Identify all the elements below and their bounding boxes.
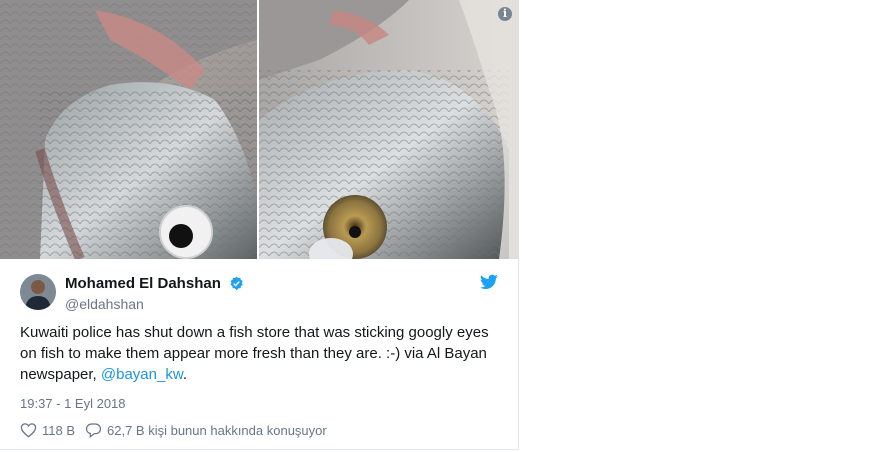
tweet-embed-card: i Mohamed El Dahshan @eldahshan Kuwaiti …: [0, 0, 519, 450]
tweet-text-end: .: [182, 366, 188, 383]
avatar[interactable]: [20, 274, 56, 310]
heart-icon: [20, 423, 37, 438]
tweet-text: Kuwaiti police has shut down a fish stor…: [20, 322, 505, 385]
fish-photo-googly-eye[interactable]: [0, 0, 257, 259]
fish-photo-real-eye[interactable]: i: [259, 0, 519, 259]
twitter-bird-icon[interactable]: [480, 274, 498, 290]
tweet-actions: 118 B 62,7 B kişi bunun hakkında konuşuy…: [20, 422, 337, 438]
conversation-count: 62,7 B kişi bunun hakkında konuşuyor: [107, 422, 327, 438]
reply-button[interactable]: 62,7 B kişi bunun hakkında konuşuyor: [85, 422, 327, 438]
mention-link[interactable]: @bayan_kw: [101, 366, 183, 383]
info-icon[interactable]: i: [498, 7, 512, 21]
author-name[interactable]: Mohamed El Dahshan: [65, 275, 221, 292]
author-handle[interactable]: @eldahshan: [65, 296, 244, 312]
like-button[interactable]: 118 B: [20, 422, 75, 438]
tweet-timestamp[interactable]: 19:37 - 1 Eyl 2018: [20, 396, 126, 411]
tweet-body-text: Kuwaiti police has shut down a fish stor…: [20, 324, 489, 383]
verified-badge-icon: [230, 276, 244, 291]
tweet-media[interactable]: i: [0, 0, 519, 259]
tweet-header: Mohamed El Dahshan @eldahshan: [20, 272, 518, 312]
like-count: 118 B: [42, 422, 76, 438]
speech-bubble-icon: [85, 423, 102, 438]
author-block[interactable]: Mohamed El Dahshan @eldahshan: [65, 275, 244, 312]
